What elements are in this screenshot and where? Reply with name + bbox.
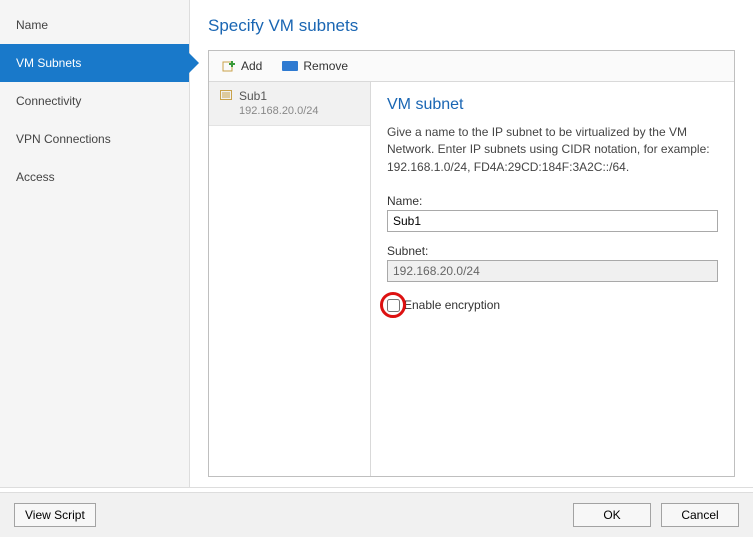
- detail-heading: VM subnet: [387, 96, 718, 114]
- add-subnet-icon: [222, 59, 236, 73]
- remove-icon: [282, 61, 298, 71]
- subnet-label: Subnet:: [387, 244, 718, 258]
- footer: View Script OK Cancel: [0, 492, 753, 537]
- sidebar-item-access[interactable]: Access: [0, 158, 189, 196]
- remove-button[interactable]: Remove: [275, 56, 355, 76]
- remove-button-label: Remove: [303, 59, 348, 73]
- sidebar-item-label: Connectivity: [16, 94, 81, 108]
- subnet-list: Sub1 192.168.20.0/24: [209, 82, 371, 476]
- sidebar-item-connectivity[interactable]: Connectivity: [0, 82, 189, 120]
- add-button-label: Add: [241, 59, 262, 73]
- sidebar-item-label: VPN Connections: [16, 132, 111, 146]
- cancel-button[interactable]: Cancel: [661, 503, 739, 527]
- enable-encryption-label: Enable encryption: [404, 298, 500, 312]
- sidebar-item-label: VM Subnets: [16, 56, 81, 70]
- subnet-list-item[interactable]: Sub1 192.168.20.0/24: [209, 82, 370, 126]
- add-button[interactable]: Add: [215, 56, 269, 76]
- sidebar-item-label: Access: [16, 170, 55, 184]
- page-title: Specify VM subnets: [208, 16, 735, 36]
- detail-description: Give a name to the IP subnet to be virtu…: [387, 124, 718, 176]
- subnet-item-name: Sub1: [239, 88, 319, 104]
- subnet-icon: [219, 88, 233, 105]
- toolbar: Add Remove: [209, 51, 734, 82]
- name-label: Name:: [387, 194, 718, 208]
- enable-encryption-checkbox[interactable]: [387, 299, 400, 312]
- detail-pane: VM subnet Give a name to the IP subnet t…: [371, 82, 734, 476]
- subnet-item-cidr: 192.168.20.0/24: [239, 104, 319, 119]
- ok-button[interactable]: OK: [573, 503, 651, 527]
- sidebar: Name VM Subnets Connectivity VPN Connect…: [0, 0, 190, 487]
- content-box: Add Remove Sub1 192.168.20.0/24: [208, 50, 735, 477]
- sidebar-item-vpn-connections[interactable]: VPN Connections: [0, 120, 189, 158]
- main-pane: Specify VM subnets Add Remove: [190, 0, 753, 487]
- subnet-input[interactable]: [387, 260, 718, 282]
- sidebar-item-label: Name: [16, 18, 48, 32]
- name-input[interactable]: [387, 210, 718, 232]
- sidebar-item-name[interactable]: Name: [0, 6, 189, 44]
- sidebar-item-vm-subnets[interactable]: VM Subnets: [0, 44, 189, 82]
- view-script-button[interactable]: View Script: [14, 503, 96, 527]
